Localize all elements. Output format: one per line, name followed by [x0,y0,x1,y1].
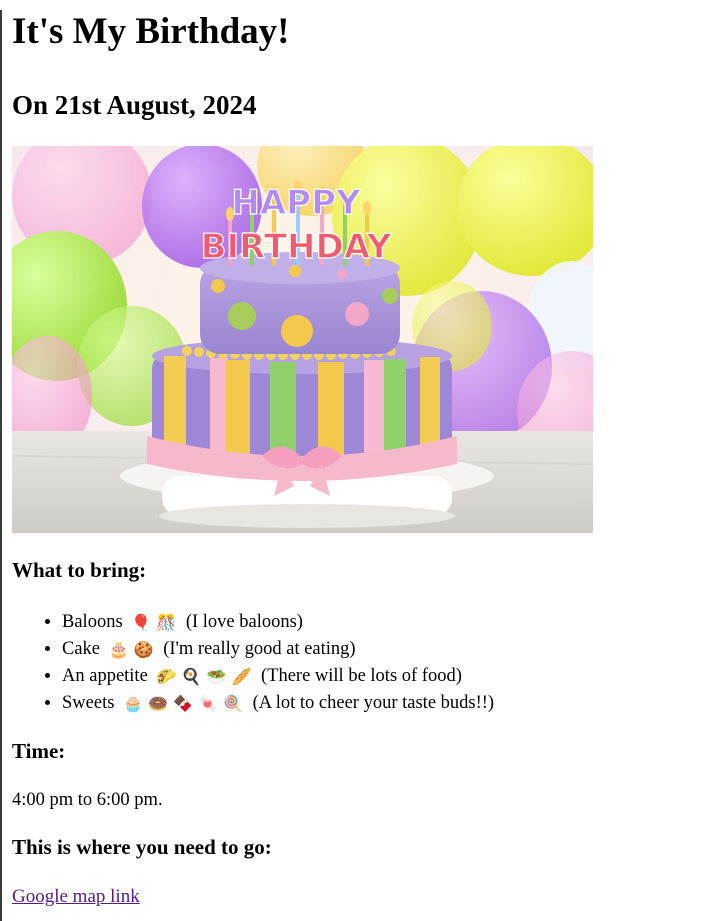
page-title: It's My Birthday! [12,11,290,52]
cake-topper-birthday: BIRTHDAY [201,227,392,267]
birthday-cake-image: HAPPY BIRTHDAY [12,146,593,533]
list-item-appetite: An appetite 🌮 🍳 🥗 🥖 (There will be lots … [62,663,707,690]
cake-topper-happy: HAPPY [231,183,361,223]
list-item-sweets: Sweets 🧁 🍩 🍫 🍬 🍭 (A lot to cheer your ta… [62,690,707,717]
google-map-link[interactable]: Google map link [12,886,140,908]
item-note: (There will be lots of food) [261,666,462,686]
item-note: (I'm really good at eating) [163,639,356,659]
cake-cookie-icon: 🎂 🍪 [108,640,154,659]
sweets-icon: 🧁 🍩 🍫 🍬 🍭 [123,694,243,713]
bring-heading: What to bring: [12,558,147,582]
time-text: 4:00 pm to 6:00 pm. [12,790,163,810]
time-heading: Time: [12,739,66,763]
item-label: An appetite [62,666,148,686]
event-date: On 21st August, 2024 [12,90,257,120]
balloon-confetti-icon: 🎈 🎊 [131,613,177,632]
item-label: Sweets [62,693,115,713]
list-item-baloons: Baloons 🎈 🎊 (I love baloons) [62,609,707,636]
food-icon: 🌮 🍳 🥗 🥖 [156,667,252,686]
bring-list: Baloons 🎈 🎊 (I love baloons) Cake 🎂 🍪 (I… [12,609,707,717]
location-heading: This is where you need to go: [12,835,272,859]
item-label: Cake [62,639,101,659]
page-content: It's My Birthday! On 21st August, 2024 H… [2,10,707,908]
item-note: (A lot to cheer your taste buds!!) [252,693,495,713]
item-label: Baloons [62,612,123,632]
item-note: (I love baloons) [185,612,303,632]
list-item-cake: Cake 🎂 🍪 (I'm really good at eating) [62,636,707,663]
